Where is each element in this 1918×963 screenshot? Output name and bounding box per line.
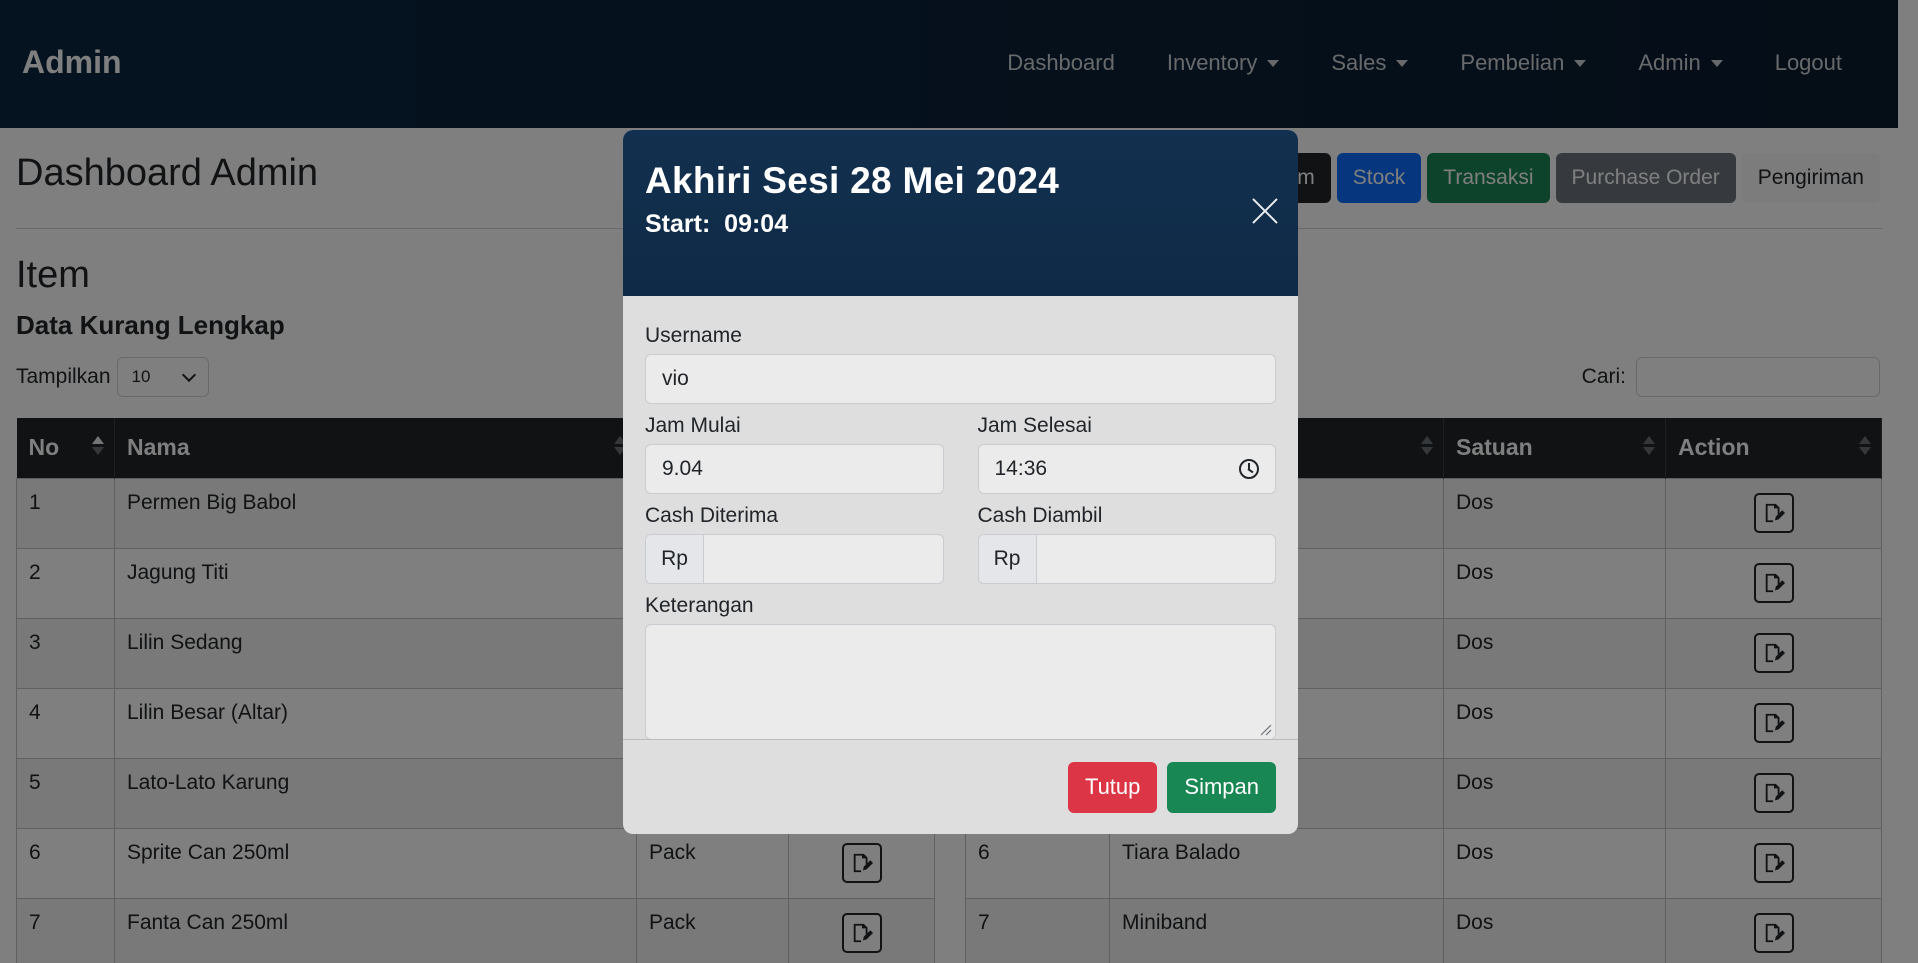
jam-selesai-value: 14:36 — [994, 457, 1048, 480]
keterangan-textarea[interactable] — [645, 624, 1276, 740]
modal-header: Akhiri Sesi 28 Mei 2024 Start: 09:04 — [623, 130, 1298, 296]
jam-mulai-field[interactable]: 9.04 — [645, 444, 944, 494]
end-session-modal: Akhiri Sesi 28 Mei 2024 Start: 09:04 Use… — [623, 130, 1298, 834]
cash-diterima-field[interactable] — [704, 535, 943, 583]
keterangan-label: Keterangan — [645, 594, 754, 617]
jam-mulai-value: 9.04 — [662, 457, 703, 480]
modal-body: Username vio Jam Mulai 9.04 Jam Selesai … — [623, 296, 1298, 740]
username-field[interactable]: vio — [645, 354, 1276, 404]
currency-addon: Rp — [978, 535, 1037, 583]
currency-addon: Rp — [646, 535, 704, 583]
jam-selesai-label: Jam Selesai — [977, 414, 1092, 437]
time-row: Jam Mulai 9.04 Jam Selesai 14:36 — [645, 414, 1276, 494]
jam-selesai-field[interactable]: 14:36 — [977, 444, 1276, 494]
cash-diambil-field[interactable] — [1037, 535, 1276, 583]
cash-diambil-label: Cash Diambil — [977, 504, 1103, 527]
modal-footer: Tutup Simpan — [623, 739, 1298, 834]
username-value: vio — [662, 367, 689, 390]
cash-diterima-label: Cash Diterima — [645, 504, 779, 527]
cash-diterima-group: Rp — [645, 534, 944, 584]
tutup-button[interactable]: Tutup — [1067, 761, 1158, 813]
jam-mulai-label: Jam Mulai — [645, 414, 741, 437]
close-icon[interactable] — [1250, 196, 1280, 226]
username-label: Username — [645, 324, 742, 347]
clock-icon[interactable] — [1239, 459, 1259, 479]
modal-start-time: Start: 09:04 — [645, 210, 789, 238]
simpan-button[interactable]: Simpan — [1167, 761, 1276, 813]
cash-diambil-group: Rp — [977, 534, 1276, 584]
cash-row: Cash Diterima Rp Cash Diambil Rp — [645, 504, 1276, 584]
resize-handle-icon[interactable] — [1260, 724, 1272, 736]
modal-title: Akhiri Sesi 28 Mei 2024 — [645, 160, 1060, 201]
